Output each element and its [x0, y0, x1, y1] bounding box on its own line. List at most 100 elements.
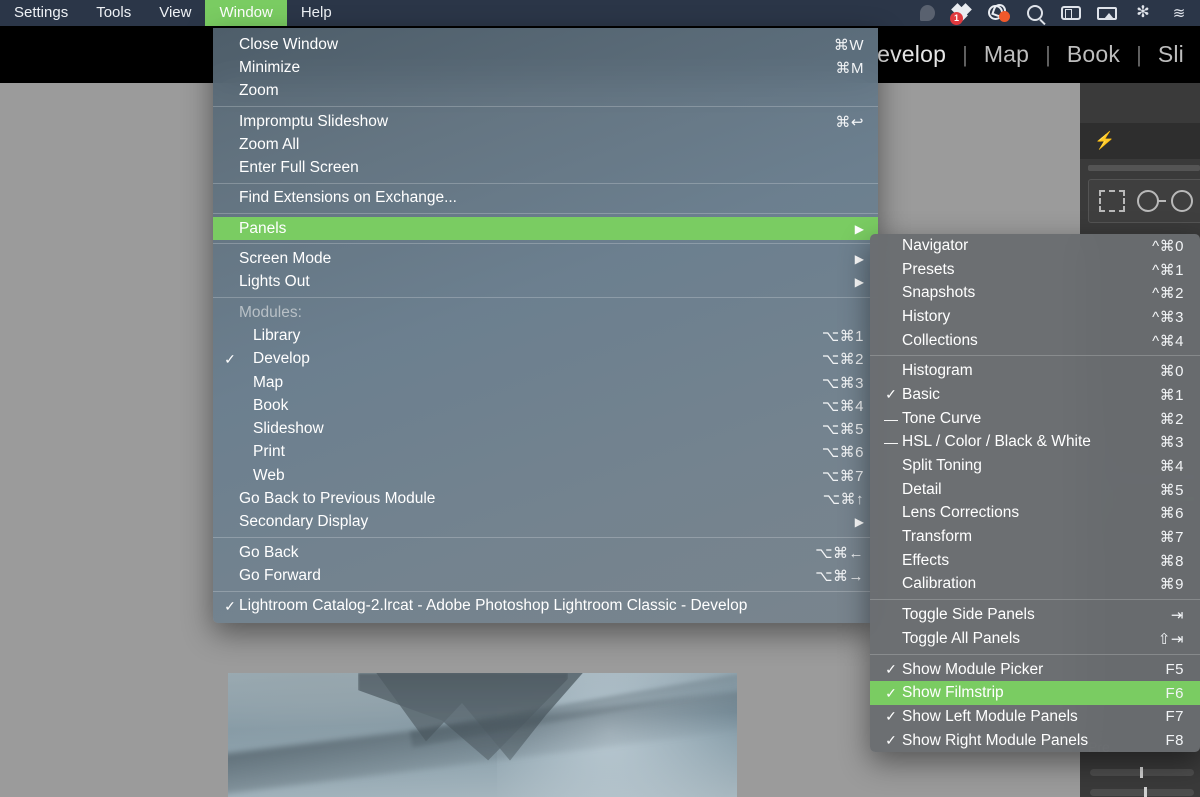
menu-item-shortcut: ⌘1	[1159, 386, 1184, 404]
menu-item-library[interactable]: Library ⌥⌘1	[213, 324, 878, 347]
dropbox-icon[interactable]: 1	[950, 3, 974, 25]
menu-separator	[213, 105, 878, 107]
tool-row[interactable]	[1088, 179, 1200, 223]
panels-submenu-dropdown[interactable]: Navigator ^⌘0 Presets ^⌘1 Snapshots ^⌘2 Histor…	[870, 234, 1200, 753]
menu-item-impromptu-slideshow[interactable]: Impromptu Slideshow ⌘↩	[213, 110, 878, 133]
menu-item-minimize[interactable]: Minimize ⌘M	[213, 56, 878, 79]
menu-item-collections[interactable]: Collections ^⌘4	[870, 329, 1200, 353]
menu-item-find-extensions-on-exchange[interactable]: Find Extensions on Exchange...	[213, 187, 878, 210]
menubar-item-tools[interactable]: Tools	[82, 0, 145, 26]
menu-item-go-back[interactable]: Go Back ⌥⌘←	[213, 541, 878, 564]
checkmark-icon: ✓	[885, 684, 897, 701]
module-picker[interactable]: evelop | Map | Book | Sli	[861, 26, 1200, 83]
menu-item-web[interactable]: Web ⌥⌘7	[213, 464, 878, 487]
menubar-item-help[interactable]: Help	[287, 0, 346, 26]
menu-item-split-toning[interactable]: Split Toning ⌘4	[870, 454, 1200, 478]
menu-item-zoom-all[interactable]: Zoom All	[213, 133, 878, 156]
menu-item-shortcut: ⌘7	[1159, 529, 1184, 547]
menu-item-enter-full-screen[interactable]: Enter Full Screen	[213, 156, 878, 179]
menu-item-show-filmstrip[interactable]: ✓ Show Filmstrip F6	[870, 681, 1200, 706]
wifi-icon[interactable]: ≋	[1168, 3, 1190, 23]
menu-item-navigator[interactable]: Navigator ^⌘0	[870, 234, 1200, 258]
menu-item-show-right-module-panels[interactable]: ✓ Show Right Module Panels F8	[870, 729, 1200, 753]
menu-item-histogram[interactable]: Histogram ⌘0	[870, 359, 1200, 383]
menu-item-go-back-to-previous-module[interactable]: Go Back to Previous Module ⌥⌘↑	[213, 487, 878, 510]
menu-item-shortcut: ⌥⌘2	[821, 351, 864, 369]
menu-item-toggle-all-panels[interactable]: Toggle All Panels ⇧⇥	[870, 627, 1200, 651]
airplay-icon[interactable]	[1096, 3, 1118, 23]
menu-item-label: Impromptu Slideshow	[239, 112, 389, 130]
menu-item-label: Modules:	[239, 303, 302, 321]
macos-menubar: Settings Tools View Window Help 1 ✻ ≋	[0, 0, 1200, 26]
menu-item-shortcut: ⌥⌘6	[821, 444, 864, 462]
menu-item-shortcut: ^⌘3	[1152, 308, 1184, 326]
menu-item-shortcut: ⌘8	[1159, 552, 1184, 570]
menu-item-shortcut: ⌥⌘3	[821, 374, 864, 392]
menu-item-shortcut: ⇧⇥	[1157, 630, 1184, 648]
menu-item-label: Close Window	[239, 35, 339, 53]
menu-item-shortcut: ⌘4	[1159, 458, 1184, 476]
menu-item-label: Show Module Picker	[902, 660, 1044, 678]
menu-item-lens-corrections[interactable]: Lens Corrections ⌘6	[870, 502, 1200, 526]
menu-item-label: Zoom	[239, 82, 279, 100]
crop-icon[interactable]	[1099, 190, 1125, 212]
dash-icon: —	[884, 434, 898, 451]
menu-item-slideshow[interactable]: Slideshow ⌥⌘5	[213, 417, 878, 440]
window-menu-dropdown[interactable]: Close Window ⌘W Minimize ⌘M Zoom Impromptu Sl…	[213, 28, 878, 623]
photo-preview[interactable]	[228, 673, 737, 797]
menu-item-transform[interactable]: Transform ⌘7	[870, 525, 1200, 549]
menu-separator	[870, 599, 1200, 601]
menu-item-label: Secondary Display	[239, 513, 369, 531]
menu-item-develop[interactable]: ✓ Develop ⌥⌘2	[213, 348, 878, 371]
menu-item-screen-mode[interactable]: Screen Mode ▶	[213, 247, 878, 270]
menu-item-hsl-color-black-white[interactable]: — HSL / Color / Black & White ⌘3	[870, 431, 1200, 455]
menu-item-snapshots[interactable]: Snapshots ^⌘2	[870, 281, 1200, 305]
module-slideshow[interactable]: Sli	[1142, 41, 1200, 68]
bluetooth-icon[interactable]: ✻	[1132, 3, 1154, 23]
menubar-item-view[interactable]: View	[145, 0, 205, 26]
menu-item-panels[interactable]: Panels ▶	[213, 217, 878, 241]
display-control-icon[interactable]	[1060, 3, 1082, 23]
spot-removal-icon[interactable]	[1137, 190, 1166, 212]
menu-item-effects[interactable]: Effects ⌘8	[870, 549, 1200, 573]
menu-item-lightroom-catalog-2-lrcat-adobe-photosho[interactable]: ✓ Lightroom Catalog-2.lrcat - Adobe Photo…	[213, 595, 878, 618]
menubar-item-window[interactable]: Window	[205, 0, 287, 26]
menu-item-show-left-module-panels[interactable]: ✓ Show Left Module Panels F7	[870, 705, 1200, 729]
submenu-arrow-icon: ▶	[854, 252, 864, 267]
menu-item-go-forward[interactable]: Go Forward ⌥⌘→	[213, 564, 878, 587]
menu-item-label: Toggle All Panels	[902, 629, 1021, 647]
menu-item-print[interactable]: Print ⌥⌘6	[213, 441, 878, 464]
menu-item-show-module-picker[interactable]: ✓ Show Module Picker F5	[870, 658, 1200, 682]
lightning-icon[interactable]: ⚡	[1094, 131, 1115, 151]
presence-slider[interactable]	[1090, 767, 1194, 778]
module-book[interactable]: Book	[1051, 41, 1136, 68]
menu-item-shortcut: ⌘0	[1159, 363, 1184, 381]
menubar-item-settings[interactable]: Settings	[0, 0, 82, 26]
menu-item-lights-out[interactable]: Lights Out ▶	[213, 271, 878, 294]
menu-item-history[interactable]: History ^⌘3	[870, 305, 1200, 329]
menu-item-zoom[interactable]: Zoom	[213, 80, 878, 103]
submenu-arrow-icon: ▶	[854, 275, 864, 290]
menu-item-detail[interactable]: Detail ⌘5	[870, 478, 1200, 502]
module-map[interactable]: Map	[968, 41, 1045, 68]
menu-item-shortcut: ^⌘1	[1152, 261, 1184, 279]
menu-item-close-window[interactable]: Close Window ⌘W	[213, 33, 878, 56]
menu-item-map[interactable]: Map ⌥⌘3	[213, 371, 878, 394]
menu-item-label: Effects	[902, 551, 950, 569]
menu-item-secondary-display[interactable]: Secondary Display ▶	[213, 511, 878, 534]
app-icon[interactable]	[988, 2, 1010, 23]
search-icon[interactable]	[1024, 3, 1046, 23]
presence-slider[interactable]	[1090, 787, 1194, 797]
menu-item-calibration[interactable]: Calibration ⌘9	[870, 573, 1200, 597]
menu-item-basic[interactable]: ✓ Basic ⌘1	[870, 383, 1200, 407]
menu-item-label: Collections	[902, 331, 978, 349]
menu-item-tone-curve[interactable]: — Tone Curve ⌘2	[870, 407, 1200, 431]
menu-item-label: Snapshots	[902, 284, 976, 302]
ghost-icon[interactable]	[916, 3, 938, 23]
menu-item-book[interactable]: Book ⌥⌘4	[213, 394, 878, 417]
menu-item-label: Web	[253, 466, 285, 484]
menu-item-toggle-side-panels[interactable]: Toggle Side Panels ⇥	[870, 603, 1200, 627]
menu-separator	[870, 355, 1200, 357]
menu-item-presets[interactable]: Presets ^⌘1	[870, 258, 1200, 282]
redeye-icon[interactable]	[1171, 190, 1193, 212]
